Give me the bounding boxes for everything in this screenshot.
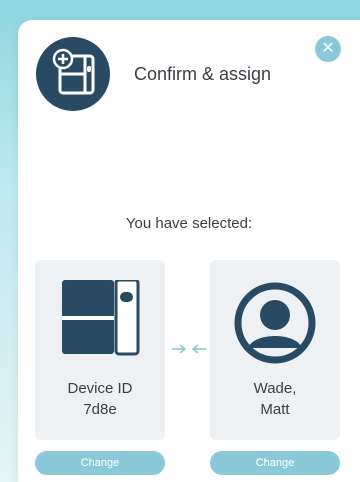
user-label: Wade, Matt bbox=[210, 378, 340, 420]
confirm-assign-dialog: Confirm & assign ✕ You have selected: De… bbox=[18, 20, 360, 482]
device-icon bbox=[62, 280, 140, 356]
user-avatar-icon bbox=[234, 282, 316, 364]
selected-heading: You have selected: bbox=[125, 215, 253, 232]
change-user-button[interactable]: Change bbox=[210, 451, 340, 475]
user-first-name: Matt bbox=[260, 401, 290, 418]
user-last-name: Wade, bbox=[253, 380, 297, 397]
dialog-title: Confirm & assign bbox=[134, 64, 272, 84]
device-id-label: Device ID bbox=[67, 380, 133, 397]
device-label: Device ID 7d8e bbox=[35, 378, 165, 420]
assign-device-icon bbox=[36, 37, 110, 111]
device-id-value: 7d8e bbox=[83, 401, 117, 418]
change-device-button[interactable]: Change bbox=[35, 451, 165, 475]
user-card: Wade, Matt bbox=[210, 260, 340, 440]
device-card: Device ID 7d8e bbox=[35, 260, 165, 440]
close-button[interactable]: ✕ bbox=[315, 36, 341, 62]
link-arrows-icon bbox=[172, 344, 206, 354]
